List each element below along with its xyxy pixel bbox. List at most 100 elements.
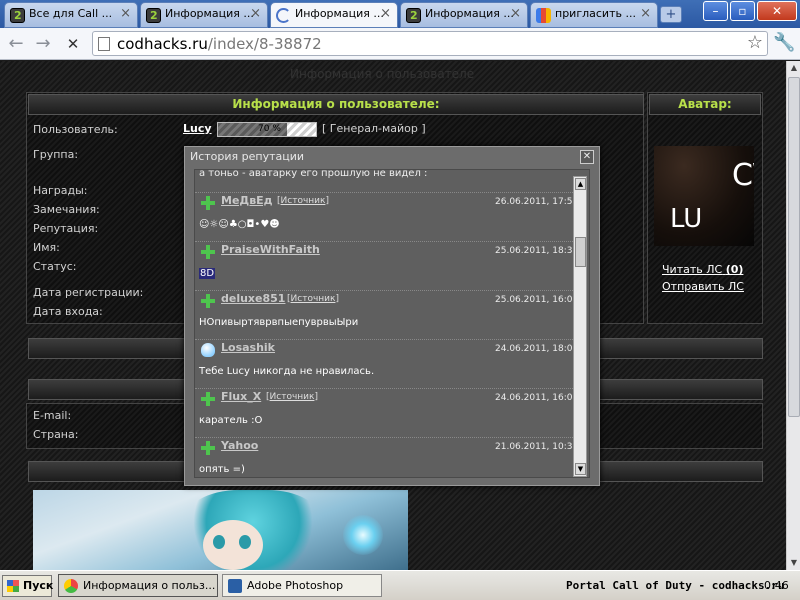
regdate-label: Дата регистрации:: [33, 286, 144, 299]
taskbar-item-label: Adobe Photoshop: [247, 579, 344, 592]
tab-favicon-icon: [406, 8, 421, 23]
tab-close-icon[interactable]: ×: [380, 6, 391, 21]
chrome-icon: [64, 579, 78, 593]
dialog-close-button[interactable]: ✕: [580, 150, 594, 164]
entry-user-link[interactable]: Flux_X: [221, 390, 261, 403]
entry-user-link[interactable]: Losashik: [221, 341, 275, 354]
user-label: Пользователь:: [33, 123, 118, 136]
send-pm-link[interactable]: Отправить ЛС: [662, 280, 744, 293]
page-scrollbar[interactable]: ▲ ▼: [786, 61, 800, 570]
start-button[interactable]: Пуск: [2, 575, 53, 597]
browser-tab-1[interactable]: Информация ... ×: [140, 2, 268, 28]
scroll-down-arrow-icon[interactable]: ▼: [787, 556, 800, 570]
reputation-list[interactable]: а тоньо - аватарку его прошлую не видел …: [194, 169, 590, 478]
scroll-up-arrow-icon[interactable]: ▲: [575, 178, 586, 190]
tab-close-icon[interactable]: ×: [120, 6, 131, 21]
email-label: E-mail:: [33, 409, 72, 422]
page-icon: [98, 37, 110, 51]
tab-close-icon[interactable]: ×: [640, 6, 651, 21]
browser-tab-2-active[interactable]: Информация ... ×: [270, 2, 398, 28]
banner-art: [203, 520, 263, 570]
reputation-percent: 70 %: [258, 124, 281, 134]
taskbar-item-photoshop[interactable]: Adobe Photoshop: [222, 574, 382, 597]
tab-close-icon[interactable]: ×: [250, 6, 261, 21]
url-host: codhacks.ru: [117, 35, 208, 53]
entry-separator: [195, 290, 575, 291]
taskbar-item-label: Информация о польз...: [83, 579, 216, 592]
entry-source[interactable]: [Источник]: [277, 196, 329, 206]
scroll-up-arrow-icon[interactable]: ▲: [787, 61, 800, 75]
os-taskbar: Пуск Информация о польз... Adobe Photosh…: [0, 570, 800, 600]
close-window-button[interactable]: ✕: [757, 1, 797, 21]
entry-user-link[interactable]: PraiseWithFaith: [221, 243, 320, 256]
stop-button[interactable]: ✕: [62, 33, 84, 55]
taskbar-item-browser[interactable]: Информация о польз...: [58, 574, 218, 597]
plus-icon: [201, 294, 215, 308]
maximize-button[interactable]: ▫: [730, 1, 755, 21]
dialog-scrollbar-thumb[interactable]: [575, 237, 586, 267]
group-label: Группа:: [33, 148, 79, 161]
entry-separator: [195, 437, 575, 438]
source-link[interactable]: Источник: [291, 294, 336, 304]
read-pm-text: Читать ЛС: [662, 263, 723, 276]
entry-user-link[interactable]: Yahoo: [221, 439, 258, 452]
tab-strip: Все для Call ... × Информация ... × Инфо…: [0, 0, 800, 28]
browser-tab-0[interactable]: Все для Call ... ×: [4, 2, 138, 28]
reputation-label: Репутация:: [33, 222, 99, 235]
username-link[interactable]: Lucy: [183, 122, 212, 135]
anime-banner-image: [33, 490, 408, 570]
dialog-title: История репутации: [190, 150, 305, 163]
scroll-down-arrow-icon[interactable]: ▼: [575, 463, 586, 475]
entry-date: 25.06.2011, 18:36: [495, 246, 579, 256]
source-link[interactable]: Источник: [281, 196, 326, 206]
address-bar[interactable]: codhacks.ru/index/8-38872 ☆: [92, 31, 768, 56]
entry-source[interactable]: [Источник]: [266, 392, 318, 402]
new-tab-button[interactable]: +: [660, 6, 682, 23]
reputation-entry: Losashik 24.06.2011, 18:07 Тебе Lucy ник…: [195, 339, 578, 388]
reputation-progress-bar: 70 %: [217, 122, 317, 137]
entry-user-link[interactable]: deluxe851: [221, 292, 285, 305]
wrench-menu-icon[interactable]: 🔧: [773, 32, 795, 53]
browser-tab-3[interactable]: Информация ... ×: [400, 2, 528, 28]
entry-message: 8D: [199, 268, 216, 279]
source-link[interactable]: Источник: [270, 392, 315, 402]
awards-label: Награды:: [33, 184, 88, 197]
clock: 0:46: [764, 579, 789, 592]
entry-separator: [195, 339, 575, 340]
url-text[interactable]: codhacks.ru/index/8-38872: [117, 35, 322, 53]
page-scrollbar-thumb[interactable]: [788, 77, 800, 417]
warnings-label: Замечания:: [33, 203, 100, 216]
banner-art: [239, 535, 251, 549]
entry-user-link[interactable]: МеДвЕд: [221, 194, 273, 207]
read-pm-link[interactable]: Читать ЛС (0): [662, 263, 743, 276]
status-label: Статус:: [33, 260, 77, 273]
rank-text: [ Генерал-майор ]: [322, 122, 426, 135]
entry-separator: [195, 388, 575, 389]
entry-date: 25.06.2011, 16:03: [495, 295, 579, 305]
tab-favicon-icon: [146, 8, 161, 23]
pm-count: (0): [725, 263, 744, 276]
browser-toolbar: ← → ✕ codhacks.ru/index/8-38872 ☆ 🔧: [0, 28, 800, 60]
dialog-scrollbar[interactable]: ▲ ▼: [573, 176, 587, 477]
page-heading: Информация о пользователе: [290, 67, 475, 81]
banner-art: [213, 535, 225, 549]
truncated-message: а тоньо - аватарку его прошлую не видел …: [199, 169, 428, 179]
reputation-entry: МеДвЕд [Источник] 26.06.2011, 17:59 ☺☼☺♣…: [195, 192, 578, 241]
entry-message: опять =): [199, 464, 245, 475]
tab-label: пригласить ...: [555, 7, 636, 20]
reputation-entry: deluxe851 [Источник] 25.06.2011, 16:03 Н…: [195, 290, 579, 339]
forward-button[interactable]: →: [32, 33, 54, 55]
avatar-text: C\: [732, 158, 754, 193]
avatar-text: LU: [670, 204, 703, 234]
logindate-label: Дата входа:: [33, 305, 103, 318]
tab-close-icon[interactable]: ×: [510, 6, 521, 21]
entry-source[interactable]: [Источник]: [287, 294, 339, 304]
bookmark-star-icon[interactable]: ☆: [747, 32, 763, 53]
browser-tab-4[interactable]: пригласить ... ×: [530, 2, 658, 28]
reputation-history-dialog: История репутации ✕ а тоньо - аватарку е…: [184, 146, 600, 486]
back-button[interactable]: ←: [5, 33, 27, 55]
tab-label: Информация ...: [165, 7, 254, 20]
minimize-button[interactable]: –: [703, 1, 728, 21]
tab-label: Информация ...: [425, 7, 514, 20]
tab-label: Информация ...: [295, 7, 384, 20]
